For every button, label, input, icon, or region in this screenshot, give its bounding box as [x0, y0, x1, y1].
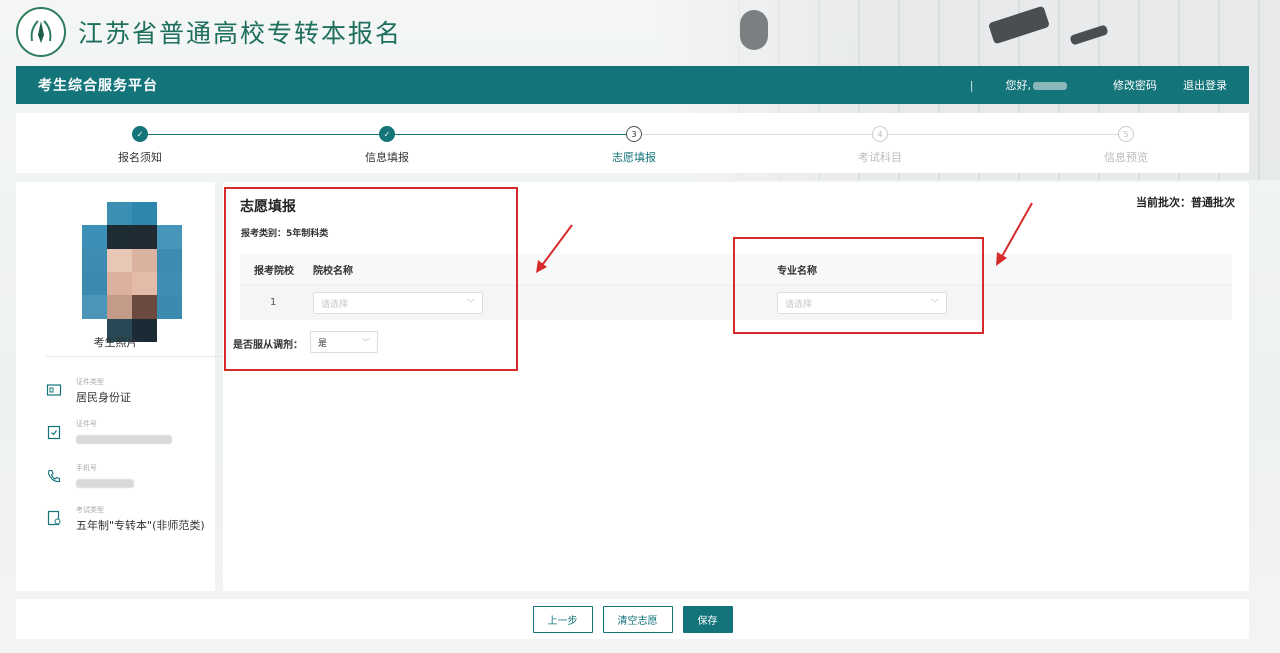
step-number: 3: [626, 126, 642, 142]
info-value: 居民身份证: [76, 391, 131, 404]
platform-title: 考生综合服务平台: [38, 78, 158, 94]
step-5: 5 信息预览: [1056, 126, 1196, 165]
current-batch: 当前批次：普通批次: [1136, 196, 1235, 209]
site-emblem-icon: [16, 7, 66, 57]
info-phone: 手机号: [46, 464, 134, 492]
nav-separator: |: [969, 78, 974, 92]
logout-link[interactable]: 退出登录: [1183, 77, 1227, 93]
site-title: 江苏省普通高校专转本报名: [78, 19, 403, 48]
top-navbar: 考生综合服务平台 | 您好, 修改密码 退出登录: [16, 66, 1249, 104]
candidate-sidebar: 考生照片 证件类型 居民身份证 证件号 手机号 考试类型 五年制"专转本"(非师…: [16, 182, 224, 591]
prev-step-button[interactable]: 上一步: [532, 605, 593, 633]
phone-icon: [47, 469, 61, 483]
step-number: 5: [1118, 126, 1134, 142]
change-password-link[interactable]: 修改密码: [1113, 77, 1157, 93]
graduation-cap-decoration: [740, 10, 768, 50]
step-label: 考试科目: [858, 151, 902, 164]
info-exam-type: 考试类型 五年制"专转本"(非师范类): [46, 506, 205, 533]
check-icon: ✓: [132, 126, 148, 142]
form-action-bar: 上一步 清空志愿 保存: [16, 599, 1249, 639]
clear-volunteer-button[interactable]: 清空志愿: [602, 605, 673, 633]
step-3: 3 志愿填报: [564, 126, 704, 165]
annotation-box-school: [224, 187, 518, 371]
candidate-photo-pixelated: [82, 202, 182, 342]
step-number: 4: [872, 126, 888, 142]
step-label: 志愿填报: [612, 151, 656, 164]
id-card-icon: [46, 384, 62, 396]
annotation-box-major: [733, 237, 984, 334]
step-label: 信息预览: [1104, 151, 1148, 164]
step-1: ✓ 报名须知: [70, 126, 210, 165]
save-button[interactable]: 保存: [682, 605, 733, 633]
info-id-number: 证件号: [46, 420, 172, 448]
annotation-arrow-icon: [996, 202, 1033, 266]
site-logo-area: 江苏省普通高校专转本报名: [16, 6, 402, 58]
info-small-label: 证件类型: [76, 378, 104, 386]
exam-type-icon: [47, 510, 61, 526]
info-small-label: 手机号: [76, 464, 97, 472]
username-redacted: [1033, 82, 1067, 90]
id-number-redacted: [76, 435, 172, 444]
step-2: ✓ 信息填报: [317, 126, 457, 165]
progress-steps: ✓ 报名须知 ✓ 信息填报 3 志愿填报 4 考试科目 5 信息预览: [16, 113, 1249, 173]
check-icon: ✓: [379, 126, 395, 142]
clipboard-icon: [47, 425, 61, 440]
sidebar-divider: [46, 356, 224, 357]
info-value: 五年制"专转本"(非师范类): [76, 519, 205, 532]
info-small-label: 证件号: [76, 420, 97, 428]
step-label: 信息填报: [365, 151, 409, 164]
photo-caption: 考生照片: [93, 336, 138, 349]
step-label: 报名须知: [118, 151, 162, 164]
user-greeting: 您好,: [1006, 77, 1067, 93]
info-id-type: 证件类型 居民身份证: [46, 378, 131, 405]
phone-redacted: [76, 479, 134, 488]
annotation-arrow-icon: [536, 224, 573, 273]
info-small-label: 考试类型: [76, 506, 104, 514]
step-4: 4 考试科目: [810, 126, 950, 165]
